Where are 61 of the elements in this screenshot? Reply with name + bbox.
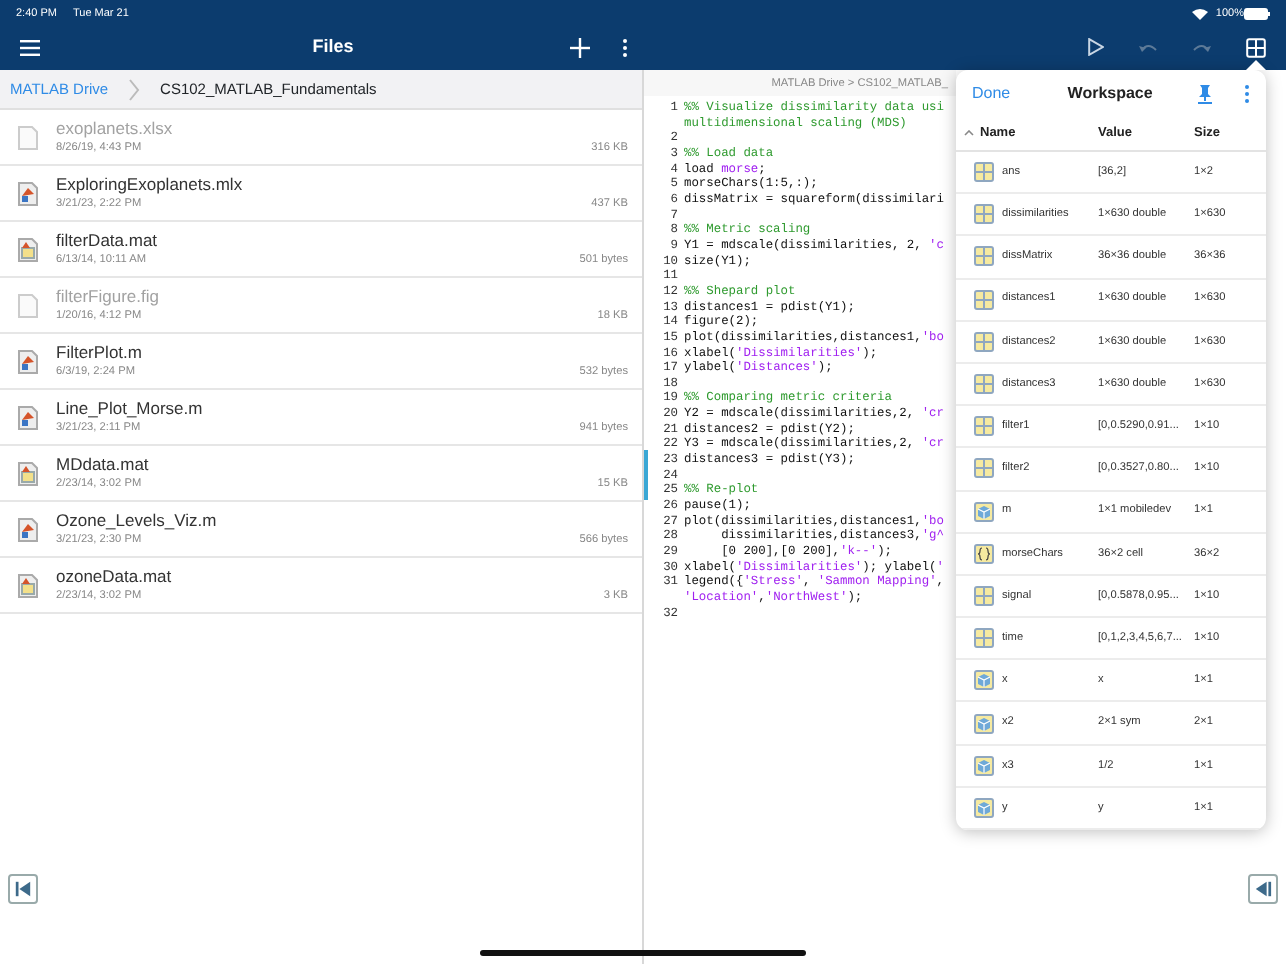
undo-icon: [1138, 41, 1158, 53]
script-file-icon: [18, 349, 38, 373]
play-icon: [1088, 38, 1104, 56]
plus-icon: [570, 37, 590, 57]
panel-toggle-button[interactable]: [1248, 873, 1278, 903]
workspace-button[interactable]: [1246, 37, 1266, 57]
sort-caret-icon: [964, 130, 974, 136]
file-name: FilterPlot.m: [56, 341, 144, 364]
matrix-icon: [974, 204, 994, 225]
matrix-icon: [974, 585, 994, 606]
pane-title: Files: [310, 33, 356, 60]
matrix-icon: [974, 628, 994, 649]
document-icon: [18, 293, 38, 317]
matrix-icon: [974, 331, 994, 352]
menu-icon: [20, 39, 40, 55]
matrix-icon: [974, 374, 994, 395]
more-icon: [1244, 83, 1250, 103]
skip-back-icon: [14, 879, 32, 897]
add-button[interactable]: [570, 37, 590, 57]
cube-icon: [974, 501, 994, 522]
run-button[interactable]: [1088, 38, 1104, 56]
file-name: filterData.mat: [56, 229, 160, 252]
file-name: ExploringExoplanets.mlx: [56, 173, 245, 196]
script-file-icon: [18, 405, 38, 429]
redo-icon: [1192, 41, 1212, 53]
cube-icon: [974, 713, 994, 734]
file-name: Ozone_Levels_Viz.m: [56, 509, 219, 532]
menu-button[interactable]: [20, 39, 40, 55]
script-file-icon: [18, 181, 38, 205]
file-name: MDdata.mat: [56, 453, 151, 476]
matrix-icon: [974, 246, 994, 267]
matrix-icon: [974, 162, 994, 183]
cube-icon: [974, 797, 994, 818]
cube-icon: [974, 670, 994, 691]
file-name: ozoneData.mat: [56, 565, 174, 588]
pin-button[interactable]: [1198, 83, 1212, 103]
data-file-icon: [18, 573, 38, 597]
document-icon: [18, 125, 38, 149]
more-icon: [622, 37, 628, 57]
matrix-icon: [974, 416, 994, 437]
file-name: exoplanets.xlsx: [56, 117, 175, 140]
panel-toggle-icon: [1254, 879, 1272, 897]
data-file-icon: [18, 461, 38, 485]
battery-icon: [1244, 8, 1270, 20]
scroll-indicator: [644, 450, 648, 500]
chevron-icon: [128, 77, 141, 101]
popover-title: Workspace: [1065, 81, 1155, 105]
wifi-icon: [1191, 8, 1208, 20]
matrix-icon: [974, 458, 994, 479]
data-file-icon: [18, 237, 38, 261]
script-file-icon: [18, 517, 38, 541]
more-button[interactable]: [622, 37, 628, 57]
skip-back-button[interactable]: [8, 873, 38, 903]
done-button[interactable]: Done: [972, 81, 1011, 105]
file-name: filterFigure.fig: [56, 285, 161, 308]
cube-icon: [974, 755, 994, 776]
braces-icon: [974, 543, 994, 564]
pin-icon: [1198, 83, 1212, 103]
file-name: Line_Plot_Morse.m: [56, 397, 205, 420]
matrix-icon: [974, 289, 994, 310]
grid-icon: [1246, 37, 1266, 57]
